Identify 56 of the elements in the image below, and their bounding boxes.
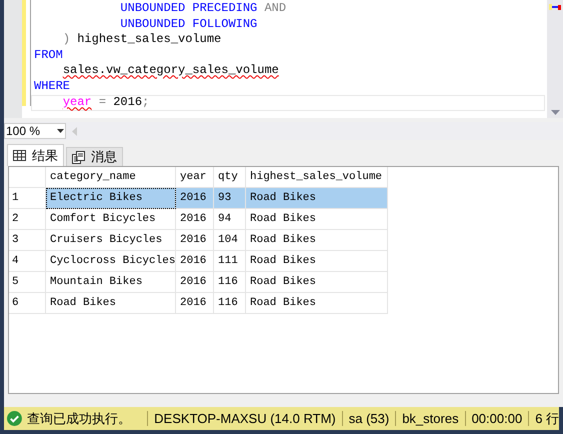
sql-keyword: UNBOUNDED FOLLOWING [120,16,258,32]
document-icon [72,150,85,164]
table-cell: Cyclocross Bicycles [46,251,176,272]
sql-function: year [62,95,92,110]
table-cell: Mountain Bikes [46,272,176,293]
table-cell: 94 [214,209,246,230]
zoom-dropdown[interactable]: 100 % [4,123,66,139]
table-cell: 2016 [176,251,214,272]
table-cell: 2016 [176,230,214,251]
sql-operator: = [98,95,106,110]
success-check-icon [7,411,22,426]
scroll-down-icon[interactable] [550,110,560,115]
sql-keyword: WHERE [34,78,70,94]
table-cell: Road Bikes [246,272,388,293]
server-name: DESKTOP-MAXSU (14.0 RTM) [154,410,336,428]
table-cell: 2016 [176,272,214,293]
table-cell: 2016 [176,293,214,314]
sql-operator: AND [264,1,286,16]
table-cell: Road Bikes [246,293,388,314]
sql-keyword: FROM [34,48,63,63]
sql-operator: ) [62,32,70,48]
table-cell: 116 [214,272,246,293]
table-cell: Road Bikes [246,251,388,272]
table-cell: 116 [214,293,246,314]
table-cell: Electric Bikes [46,188,176,209]
results-tab[interactable]: 消息 [66,147,123,166]
table-cell: Road Bikes [246,188,388,209]
table-cell: Road Bikes [246,230,388,251]
table-cell: Road Bikes [46,293,176,314]
table-cell: 93 [214,188,246,209]
table-cell: 2016 [176,209,214,230]
table-cell: Cruisers Bicycles [46,230,176,251]
table-cell: 111 [214,251,246,272]
row-count: 6 行 [535,410,560,428]
table-cell: 104 [214,230,246,251]
row-number[interactable]: 5 [9,272,46,293]
status-message: 查询已成功执行。 [26,410,132,428]
caret-icon [57,129,64,133]
user-name: sa (53) [348,410,390,428]
row-number[interactable]: 2 [9,209,46,230]
row-number[interactable]: 4 [9,251,46,272]
row-number[interactable]: 3 [9,230,46,251]
sql-text: highest_sales_volume [77,32,222,48]
table-cell: 2016 [176,188,214,209]
table-cell: Road Bikes [246,209,388,230]
scroll-marker-icon [549,4,561,10]
sql-keyword: UNBOUNDED PRECEDING [120,1,258,16]
database-name: bk_stores [402,410,459,428]
row-number[interactable]: 6 [9,293,46,314]
grid-icon [13,150,26,161]
sql-identifier: sales.vw_category_sales_volume [62,63,279,78]
results-tab[interactable]: 结果 [7,144,64,166]
table-cell: Comfort Bicycles [46,209,176,230]
sql-text: 2016 [113,95,142,110]
sql-operator: ; [142,95,150,110]
elapsed-time: 00:00:00 [472,410,522,428]
